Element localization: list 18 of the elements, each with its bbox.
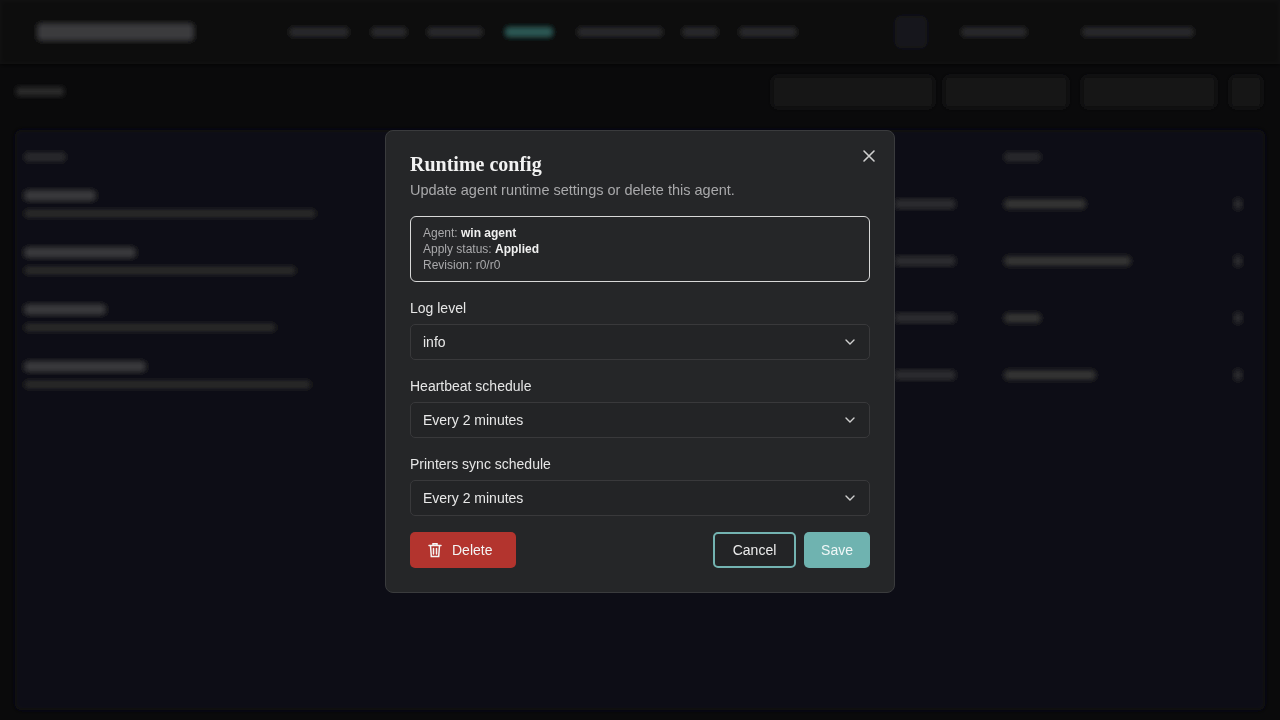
select-field[interactable]: Every 2 minutes <box>410 402 870 438</box>
summary-line: Agent: win agent <box>423 225 518 241</box>
dialog-subtitle: Update agent runtime settings or delete this agent. <box>410 182 736 198</box>
trash-icon <box>428 542 442 558</box>
summary-line: Revision: r0/r0 <box>423 257 502 273</box>
field-label: Printers sync schedule <box>410 456 552 472</box>
select-field[interactable]: Every 2 minutes <box>410 480 870 516</box>
dialog-title: Runtime config <box>410 153 543 176</box>
chevron-down-icon <box>845 339 855 345</box>
close-icon[interactable] <box>862 149 876 163</box>
cancel-button[interactable]: Cancel <box>713 532 796 568</box>
delete-button[interactable]: Delete <box>410 532 516 568</box>
field-label: Heartbeat schedule <box>410 378 533 394</box>
field-label: Log level <box>410 300 468 316</box>
chevron-down-icon <box>845 417 855 423</box>
chevron-down-icon <box>845 495 855 501</box>
summary-line: Apply status: Applied <box>423 241 541 257</box>
select-field[interactable]: info <box>410 324 870 360</box>
